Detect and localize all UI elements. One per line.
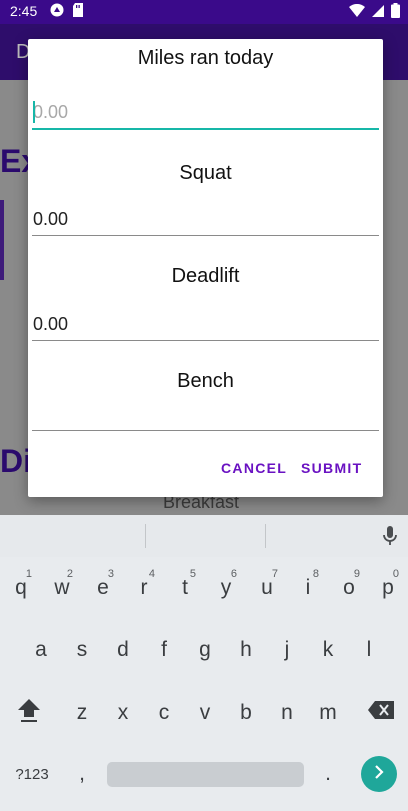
- input-dialog: Miles ran today Squat Deadlift Bench CAN…: [28, 39, 383, 497]
- suggestion-divider: [265, 524, 266, 548]
- sd-card-icon: [72, 3, 84, 20]
- dialog-title: Miles ran today: [137, 47, 274, 69]
- key-z[interactable]: z: [62, 689, 102, 737]
- key-n[interactable]: n: [267, 689, 307, 737]
- chevron-right-icon: [372, 764, 386, 784]
- background-accent-strip: [0, 200, 4, 280]
- space-bar[interactable]: [107, 762, 304, 787]
- symbols-key[interactable]: ?123: [10, 750, 54, 798]
- suggestion-divider: [145, 524, 146, 548]
- deadlift-label: Deadlift: [171, 265, 240, 287]
- key-e[interactable]: e3: [83, 564, 123, 612]
- status-time: 2:45: [10, 3, 38, 19]
- bench-label: Bench: [177, 370, 234, 392]
- comma-key[interactable]: ,: [62, 750, 102, 798]
- key-d[interactable]: d: [103, 626, 143, 674]
- backspace-icon: [368, 701, 394, 725]
- key-hint: 2: [66, 568, 73, 580]
- key-j[interactable]: j: [267, 626, 307, 674]
- bench-input-underline: [32, 430, 379, 431]
- key-hint: 3: [107, 568, 114, 580]
- key-hint: 5: [189, 568, 196, 580]
- key-k[interactable]: k: [308, 626, 348, 674]
- key-hint: 9: [353, 568, 360, 580]
- microphone-icon[interactable]: [383, 526, 397, 551]
- squat-input-underline: [32, 235, 379, 236]
- key-p[interactable]: p0: [368, 564, 408, 612]
- battery-icon: [391, 3, 400, 21]
- bench-input[interactable]: [32, 391, 379, 431]
- key-label: t: [182, 576, 188, 599]
- suggestion-bar: [0, 515, 408, 557]
- key-label: y: [220, 576, 232, 599]
- key-g[interactable]: g: [185, 626, 225, 674]
- shift-key[interactable]: [9, 689, 49, 737]
- key-y[interactable]: y6: [206, 564, 246, 612]
- key-h[interactable]: h: [226, 626, 266, 674]
- key-w[interactable]: w2: [42, 564, 82, 612]
- key-label: i: [305, 576, 311, 599]
- key-x[interactable]: x: [103, 689, 143, 737]
- key-s[interactable]: s: [62, 626, 102, 674]
- shift-icon: [17, 697, 41, 729]
- deadlift-input-underline: [32, 340, 379, 341]
- key-hint: 0: [392, 568, 399, 580]
- key-b[interactable]: b: [226, 689, 266, 737]
- key-r[interactable]: r4: [124, 564, 164, 612]
- key-label: r: [140, 576, 148, 599]
- text-cursor: [33, 101, 35, 123]
- key-v[interactable]: v: [185, 689, 225, 737]
- squat-input[interactable]: [32, 199, 379, 239]
- key-hint: 8: [312, 568, 319, 580]
- key-o[interactable]: o9: [329, 564, 369, 612]
- status-bar: 2:45: [0, 0, 408, 24]
- signal-icon: [371, 4, 385, 21]
- key-hint: 6: [230, 568, 237, 580]
- backspace-key[interactable]: [361, 689, 401, 737]
- key-t[interactable]: t5: [165, 564, 205, 612]
- wifi-icon: [349, 3, 365, 21]
- key-hint: 4: [148, 568, 155, 580]
- key-a[interactable]: a: [21, 626, 61, 674]
- key-l[interactable]: l: [349, 626, 389, 674]
- key-u[interactable]: u7: [247, 564, 287, 612]
- miles-input[interactable]: [32, 92, 379, 132]
- enter-button[interactable]: [361, 756, 397, 792]
- squat-label: Squat: [179, 162, 232, 184]
- key-q[interactable]: q1: [1, 564, 41, 612]
- soft-keyboard: q1 w2 e3 r4 t5 y6 u7 i8 o9 p0 a s d f g …: [0, 515, 408, 811]
- key-hint: 7: [271, 568, 278, 580]
- period-key[interactable]: .: [308, 750, 348, 798]
- deadlift-input[interactable]: [32, 304, 379, 344]
- key-hint: 1: [25, 568, 32, 580]
- key-i[interactable]: i8: [288, 564, 328, 612]
- key-f[interactable]: f: [144, 626, 184, 674]
- miles-input-underline: [32, 128, 379, 130]
- cancel-button[interactable]: CANCEL: [221, 460, 287, 476]
- submit-button[interactable]: SUBMIT: [301, 460, 362, 476]
- app-notification-icon: [50, 3, 64, 20]
- key-c[interactable]: c: [144, 689, 184, 737]
- key-m[interactable]: m: [308, 689, 348, 737]
